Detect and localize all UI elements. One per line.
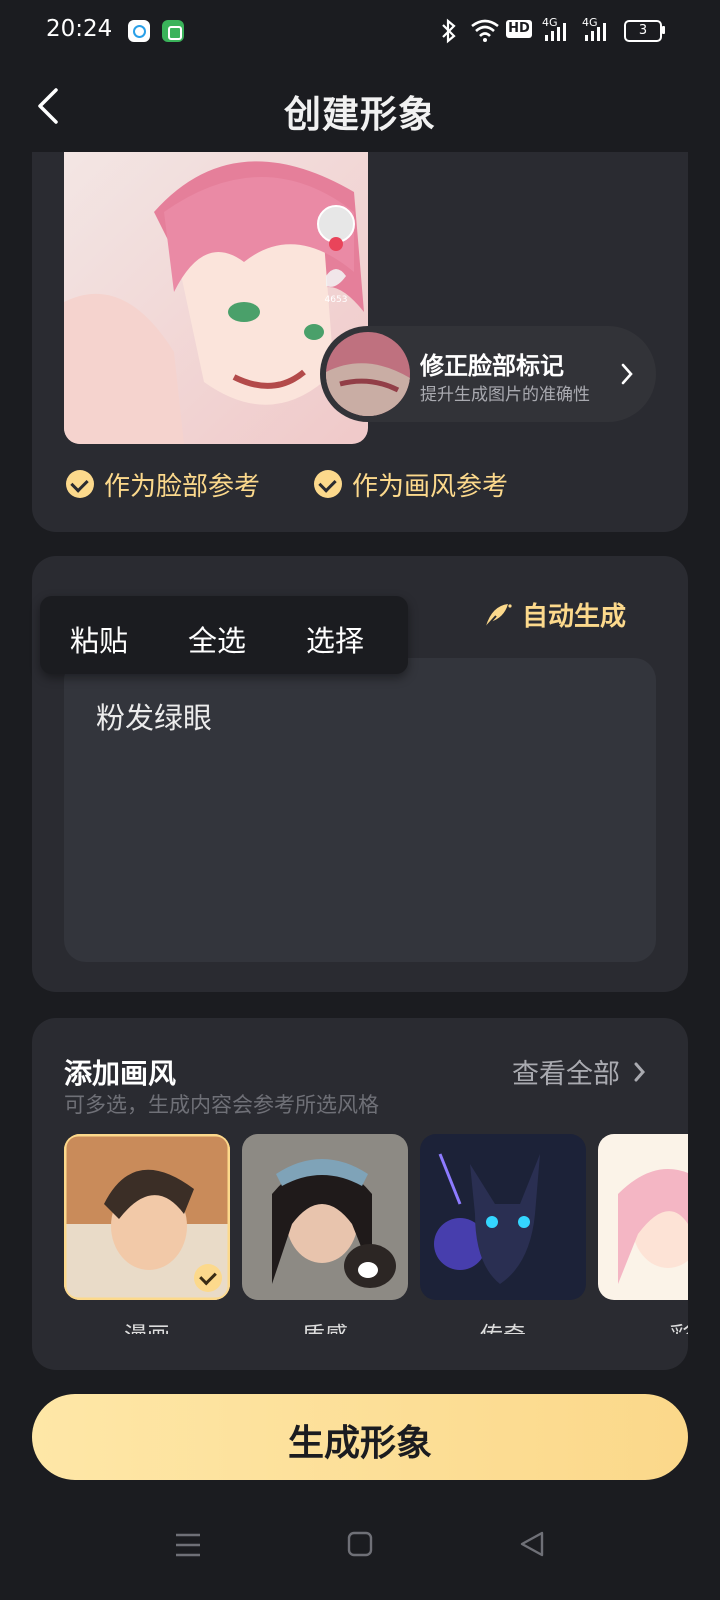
reference-portrait[interactable]: 4653 [64, 152, 368, 444]
home-icon[interactable] [346, 1530, 374, 1558]
fix-face-subtitle: 提升生成图片的准确性 [420, 385, 590, 405]
robot-app-icon [162, 20, 184, 42]
search-app-icon [128, 20, 150, 42]
select-all-menu-item[interactable]: 全选 [188, 618, 246, 660]
art-style-title: 添加画风 [64, 1057, 177, 1090]
style-item-texture[interactable] [242, 1134, 408, 1300]
auto-generate-button[interactable]: 自动生成 [482, 596, 626, 633]
selected-check-icon [194, 1264, 222, 1292]
status-bar: 20:24 HD 4G 4G 3 [0, 0, 720, 64]
status-time: 20:24 [46, 16, 113, 42]
style-thumbnails: 漫画 质感 传奇 彩 [64, 1134, 688, 1334]
battery-icon: 3 [624, 20, 662, 42]
check-icon [314, 470, 342, 498]
paste-menu-item[interactable]: 粘贴 [70, 618, 128, 660]
check-icon [66, 470, 94, 498]
page-title: 创建形象 [284, 93, 436, 136]
wifi-icon [471, 19, 499, 42]
creator-avatar [317, 205, 355, 243]
style-item-color[interactable] [598, 1134, 688, 1300]
feather-pen-icon [485, 603, 512, 628]
fix-face-title: 修正脸部标记 [420, 352, 564, 380]
style-label-texture: 质感 [242, 1316, 408, 1334]
generate-avatar-label: 生成形象 [287, 1423, 432, 1464]
description-text: 粉发绿眼 [96, 701, 213, 735]
system-nav-bar [0, 1520, 720, 1600]
auto-generate-label: 自动生成 [522, 602, 627, 632]
menu-icon[interactable] [174, 1532, 202, 1558]
bluetooth-icon [442, 18, 456, 44]
style-reference-option[interactable]: 作为画风参考 [314, 466, 508, 502]
select-menu-item[interactable]: 选择 [306, 618, 364, 660]
view-all-link[interactable]: 查看全部 [512, 1052, 620, 1091]
face-reference-option[interactable]: 作为脸部参考 [66, 466, 260, 502]
generate-avatar-button[interactable]: 生成形象 [32, 1394, 688, 1480]
art-style-subtitle: 可多选，生成内容会参考所选风格 [64, 1093, 379, 1117]
signal-icon [545, 23, 566, 41]
back-nav-icon[interactable] [518, 1530, 546, 1558]
face-reference-label: 作为脸部参考 [104, 471, 261, 502]
fix-face-mark-button[interactable]: 修正脸部标记 提升生成图片的准确性 [320, 326, 656, 422]
style-item-legend[interactable] [420, 1134, 586, 1300]
style-label-legend: 传奇 [420, 1316, 586, 1334]
style-label-manga: 漫画 [64, 1316, 230, 1334]
style-item-manga[interactable] [64, 1134, 230, 1300]
text-context-menu: 粘贴 全选 选择 [40, 596, 408, 674]
chevron-right-icon[interactable] [634, 1062, 646, 1082]
style-reference-label: 作为画风参考 [352, 471, 509, 502]
style-label-color: 彩 [598, 1316, 689, 1334]
face-thumbnail [326, 332, 410, 416]
portrait-like-count: 4653 [325, 295, 348, 305]
hd-badge: HD [506, 20, 532, 38]
signal-icon-2 [585, 23, 606, 41]
chevron-right-icon [621, 363, 633, 385]
